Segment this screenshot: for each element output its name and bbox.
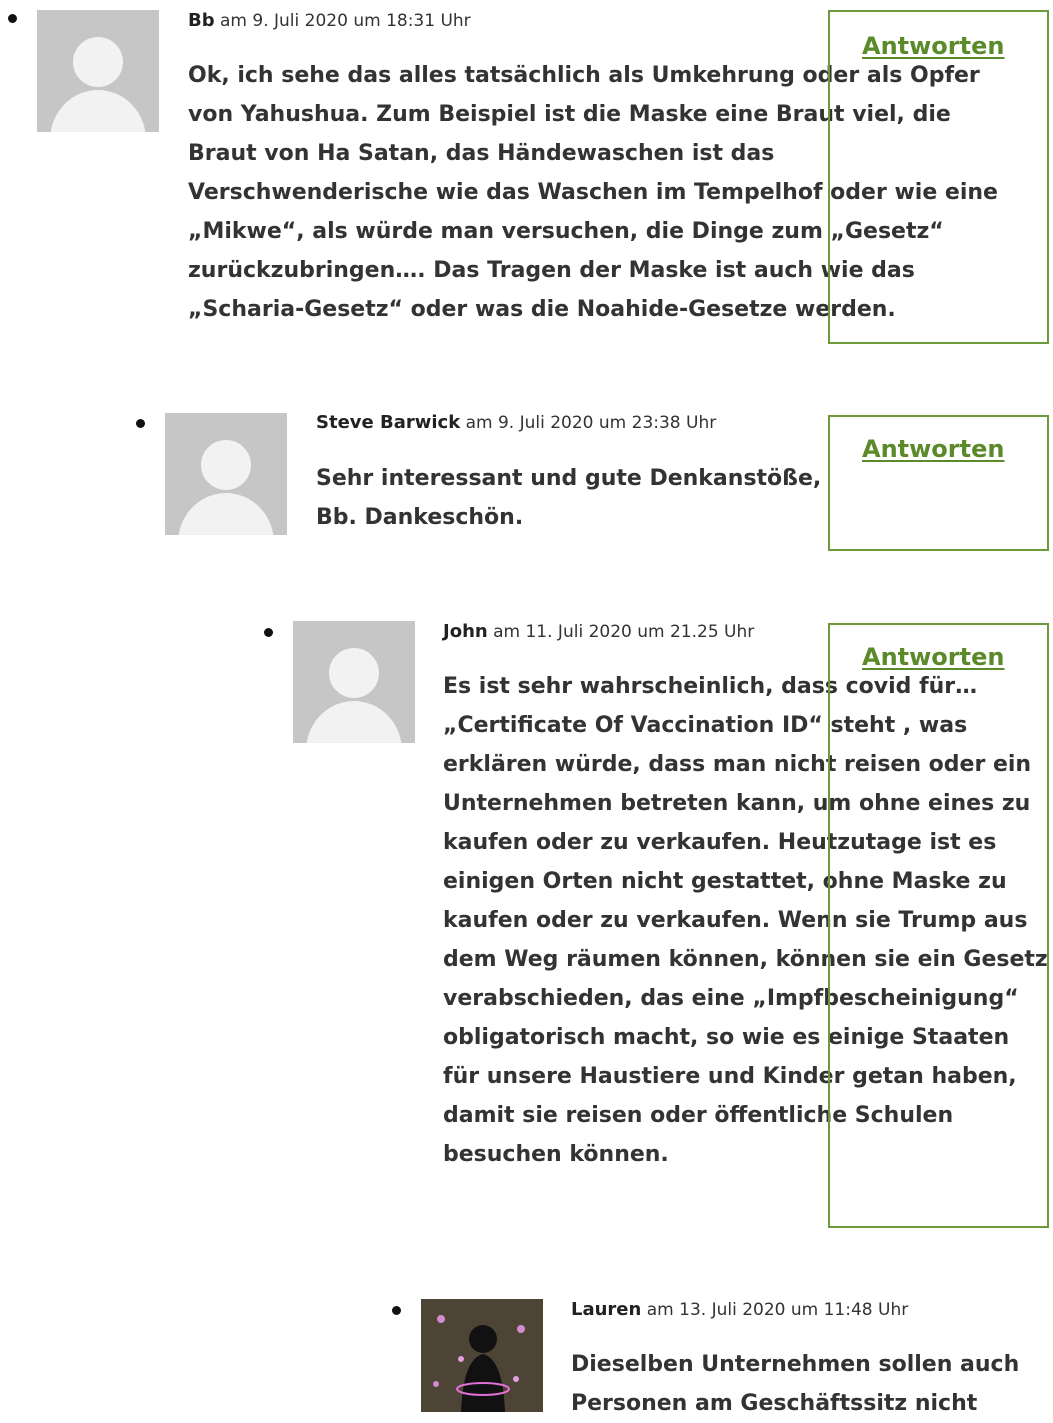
profile-photo-icon — [421, 1299, 543, 1412]
list-bullet — [264, 628, 273, 637]
reply-box — [828, 623, 1049, 1228]
person-silhouette-icon — [178, 440, 274, 535]
comment-meta: Bb am 9. Juli 2020 um 18:31 Uhr — [188, 10, 471, 31]
comment-date[interactable]: am 9. Juli 2020 um 23:38 Uhr — [466, 413, 717, 433]
person-silhouette-icon — [50, 37, 146, 132]
comment-meta: Steve Barwick am 9. Juli 2020 um 23:38 U… — [316, 412, 716, 433]
avatar — [165, 413, 287, 535]
comment-date[interactable]: am 13. Juli 2020 um 11:48 Uhr — [647, 1300, 908, 1320]
list-bullet — [136, 419, 145, 428]
reply-button[interactable]: Antworten — [862, 643, 1004, 671]
comment-meta: John am 11. Juli 2020 um 21.25 Uhr — [443, 621, 754, 642]
comment-author[interactable]: Steve Barwick — [316, 412, 460, 433]
avatar — [37, 10, 159, 132]
comment-text: Dieselben Unternehmen sollen auch Person… — [571, 1352, 1020, 1416]
comment-meta: Lauren am 13. Juli 2020 um 11:48 Uhr — [571, 1299, 908, 1320]
comment-text: Sehr interessant und gute Denkanstöße, B… — [316, 466, 822, 530]
avatar — [421, 1299, 543, 1412]
reply-button[interactable]: Antworten — [862, 32, 1004, 60]
person-silhouette-icon — [306, 648, 402, 743]
avatar — [293, 621, 415, 743]
comment-author[interactable]: Lauren — [571, 1299, 641, 1320]
comment-author[interactable]: Bb — [188, 10, 215, 31]
comment-date[interactable]: am 11. Juli 2020 um 21.25 Uhr — [493, 622, 754, 642]
list-bullet — [8, 14, 17, 23]
list-bullet — [392, 1306, 401, 1315]
reply-button[interactable]: Antworten — [862, 435, 1004, 463]
comment-date[interactable]: am 9. Juli 2020 um 18:31 Uhr — [220, 11, 471, 31]
reply-box — [828, 10, 1049, 344]
comment-author[interactable]: John — [443, 621, 488, 642]
